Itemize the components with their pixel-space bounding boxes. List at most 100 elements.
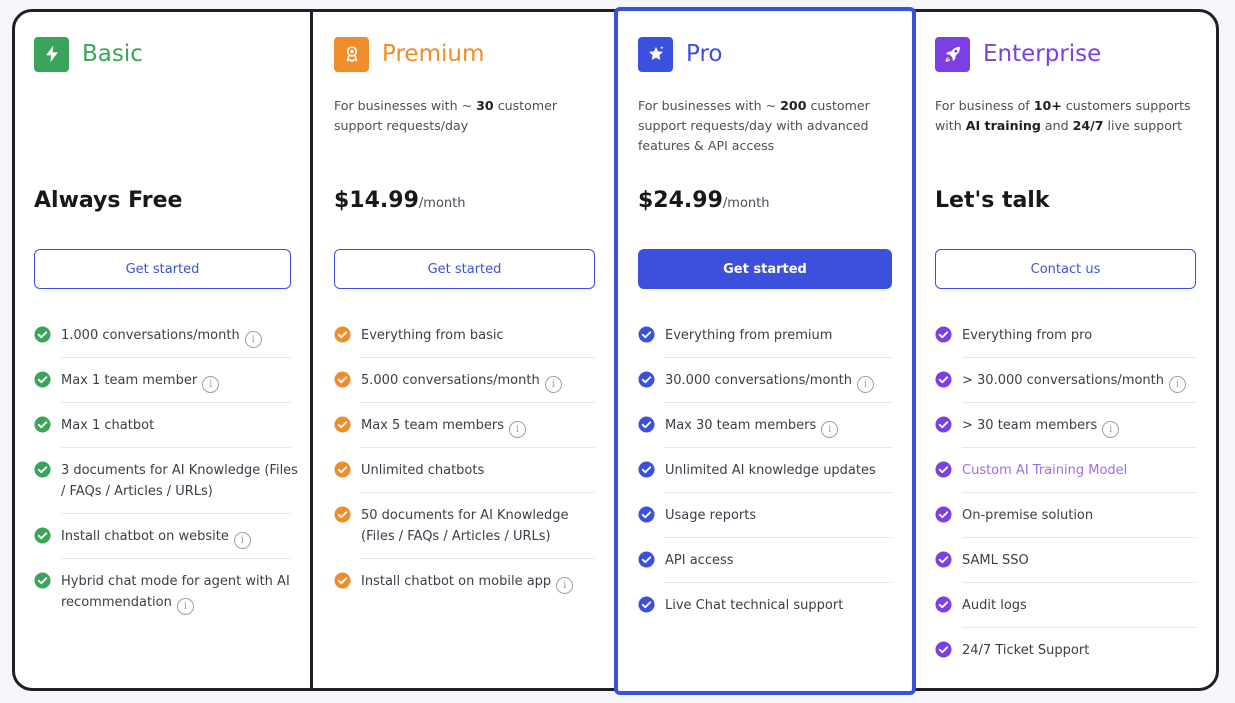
feature-item: 50 documents for AI Knowledge (Files / FA… — [334, 505, 595, 547]
feature-text: API access — [665, 553, 734, 568]
feature-text: Hybrid chat mode for agent with AI — [61, 574, 290, 589]
plan-card-pro: Pro For businesses with ~ 200 customer sup… — [638, 0, 892, 703]
feature-text: Everything from pro — [962, 328, 1093, 343]
feature-text: SAML SSO — [962, 553, 1029, 568]
feature-text: / FAQs / Articles / URLs) — [61, 484, 213, 499]
feature-line: Hybrid chat mode for agent with AI — [61, 571, 291, 592]
plan-header: Basic — [34, 36, 143, 72]
feature-item: Unlimited AI knowledge updates — [638, 460, 892, 481]
plan-description-line: For business of 10+ customers supports — [935, 96, 1191, 116]
feature-separator — [665, 447, 892, 448]
feature-separator — [61, 402, 291, 403]
feature-text: 5.000 conversations/month — [361, 373, 540, 388]
feature-separator — [665, 357, 892, 358]
feature-separator — [962, 627, 1196, 628]
info-icon[interactable]: i — [508, 421, 526, 438]
info-icon[interactable]: i — [233, 532, 251, 549]
info-icon[interactable]: i — [856, 376, 874, 393]
description-text: support requests/day — [334, 118, 469, 133]
check-icon — [34, 572, 51, 589]
plan-description-line: with AI training and 24/7 live support — [935, 116, 1191, 136]
feature-separator — [665, 402, 892, 403]
plan-description-line: For businesses with ~ 30 customer — [334, 96, 557, 116]
plan-description: For businesses with ~ 200 customer suppor… — [638, 96, 870, 156]
check-icon — [638, 371, 655, 388]
feature-item: Install chatbot on website i — [34, 526, 291, 549]
feature-item: Hybrid chat mode for agent with AI recomm… — [34, 571, 291, 615]
feature-line: 24/7 Ticket Support — [962, 640, 1196, 661]
plan-price: Let's talk — [935, 188, 1049, 222]
feature-separator — [962, 492, 1196, 493]
price-unit: /month — [418, 196, 466, 211]
get-started-button[interactable]: Get started — [638, 249, 892, 289]
feature-text: Audit logs — [962, 598, 1027, 613]
feature-item: Unlimited chatbots — [334, 460, 595, 481]
feature-text: Unlimited AI knowledge updates — [665, 463, 876, 478]
contact-us-button[interactable]: Contact us — [935, 249, 1196, 289]
feature-line: / FAQs / Articles / URLs) — [61, 481, 291, 502]
feature-item: Max 1 chatbot — [34, 415, 291, 436]
description-text: customer — [493, 98, 558, 113]
feature-line: Install chatbot on mobile app i — [361, 571, 595, 594]
check-icon — [935, 371, 952, 388]
feature-line: 30.000 conversations/month i — [665, 370, 892, 393]
check-icon — [935, 641, 952, 658]
price-amount: $14.99 — [334, 188, 419, 213]
feature-item: > 30 team members i — [935, 415, 1196, 438]
plan-price: $24.99/month — [638, 188, 769, 222]
plan-name: Premium — [382, 41, 485, 67]
lightning-icon — [34, 36, 69, 72]
info-icon[interactable]: i — [244, 331, 262, 348]
info-icon[interactable]: i — [556, 577, 574, 594]
check-icon — [334, 572, 351, 589]
check-icon — [34, 416, 51, 433]
check-icon — [935, 551, 952, 568]
feature-text: (Files / FAQs / Articles / URLs) — [361, 529, 551, 544]
feature-text: > 30.000 conversations/month — [962, 373, 1165, 388]
plan-description-line: support requests/day — [334, 116, 557, 136]
info-icon[interactable]: i — [202, 376, 220, 393]
description-text: For businesses with ~ — [638, 98, 781, 113]
feature-text: Install chatbot on website — [61, 529, 229, 544]
info-icon[interactable]: i — [821, 421, 839, 438]
check-icon — [34, 371, 51, 388]
feature-separator — [61, 558, 291, 559]
feature-line: (Files / FAQs / Articles / URLs) — [361, 526, 595, 547]
description-emphasis: 200 — [780, 98, 807, 113]
badge-icon — [334, 36, 369, 72]
get-started-button[interactable]: Get started — [334, 249, 595, 289]
feature-item: Max 1 team member i — [34, 370, 291, 393]
get-started-button[interactable]: Get started — [34, 249, 291, 289]
feature-separator — [665, 492, 892, 493]
plan-price: $14.99/month — [334, 188, 465, 222]
feature-line: Everything from premium — [665, 325, 892, 346]
check-icon — [34, 461, 51, 478]
feature-item: 5.000 conversations/month i — [334, 370, 595, 393]
feature-separator — [361, 558, 595, 559]
feature-item: 1.000 conversations/month i — [34, 325, 291, 348]
description-emphasis: AI training — [965, 118, 1041, 133]
feature-item: Install chatbot on mobile app i — [334, 571, 595, 594]
feature-line: SAML SSO — [962, 550, 1196, 571]
feature-line: Usage reports — [665, 505, 892, 526]
plan-description-line: For businesses with ~ 200 customer — [638, 96, 870, 116]
feature-text: Max 5 team members — [361, 418, 504, 433]
feature-text: 24/7 Ticket Support — [962, 643, 1090, 658]
plan-card-basic: Basic Always Free Get started 1.000 convers… — [34, 0, 298, 703]
description-text: features & API access — [638, 138, 775, 153]
plan-header: Enterprise — [935, 36, 1101, 72]
check-icon — [638, 461, 655, 478]
check-icon — [334, 506, 351, 523]
check-icon — [334, 326, 351, 343]
info-icon[interactable]: i — [544, 376, 562, 393]
feature-text: 50 documents for AI Knowledge — [361, 508, 569, 523]
check-icon — [34, 527, 51, 544]
info-icon[interactable]: i — [176, 598, 194, 615]
feature-item: SAML SSO — [935, 550, 1196, 571]
price-amount: Let's talk — [935, 188, 1050, 213]
check-icon — [334, 416, 351, 433]
info-icon[interactable]: i — [1102, 421, 1120, 438]
feature-item: API access — [638, 550, 892, 571]
feature-text: Max 1 chatbot — [61, 418, 155, 433]
info-icon[interactable]: i — [1169, 376, 1187, 393]
